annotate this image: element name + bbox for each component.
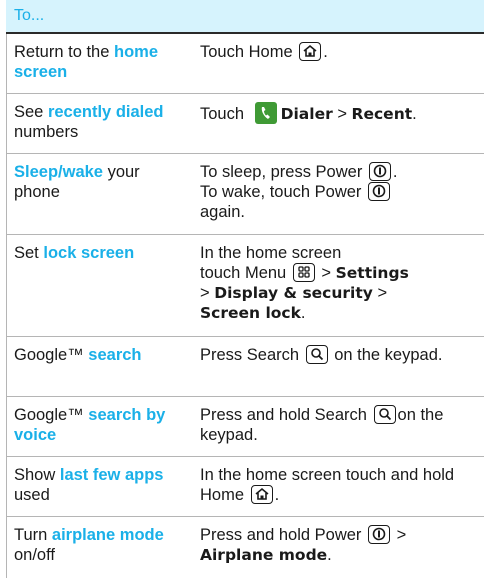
task-cell: Show last few apps used	[14, 466, 164, 504]
power-key-icon	[368, 525, 391, 544]
instruction-cell: Touch Dialer > Recent.	[196, 94, 484, 153]
task-keyword: search	[88, 346, 142, 364]
task-cell: See recently dialed numbers	[14, 103, 164, 141]
task-cell: Google™ search	[14, 346, 142, 364]
instruction-cell: Touch Home .	[200, 42, 328, 61]
table-row: Show last few apps used In the home scre…	[6, 457, 484, 517]
power-key-icon	[368, 182, 390, 201]
menu-key-icon	[292, 263, 315, 282]
table-row: Google™ search by voice Press and hold S…	[6, 397, 484, 457]
table-header: To...	[6, 0, 484, 34]
task-cell: Return to the home screen	[14, 43, 158, 81]
task-cell: Sleep/wake your phone	[14, 163, 140, 201]
home-key-icon	[250, 485, 273, 504]
task-keyword: Sleep/wake	[14, 163, 103, 181]
instruction-cell: Press and hold Search on the keypad.	[200, 405, 444, 444]
task-keyword: airplane mode	[51, 526, 164, 544]
instruction-cell: Press and hold Power > Airplane mode.	[200, 525, 407, 564]
quick-actions-table: To... Return to the home screen Touch Ho…	[6, 0, 484, 578]
task-keyword: recently dialed	[47, 103, 164, 121]
instruction-cell: In the home screen touch Menu > Settings…	[200, 244, 409, 322]
table-row: Sleep/wake your phone To sleep, press Po…	[6, 154, 484, 235]
table-row: Set lock screen In the home screen touch…	[6, 235, 484, 337]
table-row: See recently dialed numbers Touch Dialer…	[6, 94, 484, 154]
instruction-cell: To sleep, press Power . To wake, touch P…	[200, 162, 398, 221]
table-row: Return to the home screen Touch Home .	[6, 34, 484, 94]
task-keyword: lock screen	[43, 244, 135, 262]
task-keyword: last few apps	[59, 466, 164, 484]
header-title: To...	[14, 7, 45, 24]
dialer-app-icon	[254, 102, 277, 124]
search-key-icon	[305, 345, 328, 364]
table-row: Google™ search Press Search on the keypa…	[6, 337, 484, 397]
instruction-cell: Press Search on the keypad.	[200, 345, 443, 364]
task-cell: Turn airplane mode on/off	[14, 526, 164, 564]
task-cell: Set lock screen	[14, 244, 135, 262]
instruction-cell: In the home screen touch and hold Home .	[200, 466, 455, 504]
home-key-icon	[299, 42, 322, 61]
search-key-icon	[373, 405, 396, 424]
table-row: Turn airplane mode on/off Press and hold…	[6, 517, 484, 578]
task-cell: Google™ search by voice	[14, 406, 166, 444]
power-key-icon	[368, 162, 391, 181]
